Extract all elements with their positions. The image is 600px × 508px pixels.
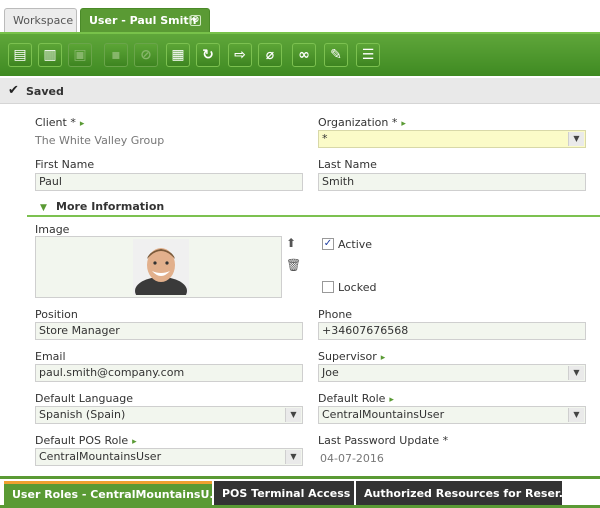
chevron-down-icon[interactable]: ▼ — [568, 132, 584, 146]
active-label: Active — [338, 238, 373, 251]
tab-authorized-resources[interactable]: Authorized Resources for Reser... — [356, 481, 562, 507]
check-icon: ✔ — [8, 83, 19, 98]
required-flag-icon: ▸ — [401, 119, 406, 129]
trash-icon[interactable]: 🗑 — [286, 258, 301, 272]
tab-pos-terminal-access[interactable]: POS Terminal Access — [214, 481, 354, 507]
last-password-update-label: Last Password Update * — [318, 434, 449, 447]
supervisor-select[interactable]: Joe ▼ — [318, 364, 586, 382]
default-pos-role-label: Default POS Role ▸ — [35, 434, 137, 447]
default-role-value: CentralMountainsUser — [322, 408, 445, 421]
save-layout-icon[interactable]: ▥ — [38, 43, 62, 67]
last-name-field[interactable]: Smith — [318, 173, 586, 191]
tab-user-paul-smith[interactable]: User - Paul Smith ⊗ — [80, 8, 210, 32]
chevron-down-icon[interactable]: ▼ — [568, 366, 584, 380]
close-icon[interactable]: ⊗ — [190, 15, 201, 26]
supervisor-value: Joe — [322, 366, 339, 379]
chevron-down-icon[interactable]: ▼ — [285, 408, 301, 422]
organization-label: Organization * ▸ — [318, 116, 406, 129]
delete-icon[interactable]: ▦ — [166, 43, 190, 67]
image-label: Image — [35, 223, 70, 236]
link-icon[interactable]: ∞ — [292, 43, 316, 67]
email-field[interactable]: paul.smith@company.com — [35, 364, 303, 382]
active-checkbox[interactable]: ✓ — [322, 238, 334, 250]
email-label: Email — [35, 350, 66, 363]
locked-checkbox[interactable] — [322, 281, 334, 293]
chevron-down-icon[interactable]: ▼ — [285, 450, 301, 464]
default-pos-role-select[interactable]: CentralMountainsUser ▼ — [35, 448, 303, 466]
section-divider — [27, 215, 600, 217]
locked-label: Locked — [338, 281, 377, 294]
tools-icon[interactable]: ✎ — [324, 43, 348, 67]
attach-icon[interactable]: ⌀ — [258, 43, 282, 67]
required-flag-icon: ▸ — [79, 119, 85, 129]
user-photo — [133, 239, 189, 295]
default-language-label: Default Language — [35, 392, 133, 405]
organization-value: * — [322, 132, 328, 145]
bottom-tabbar: User Roles - CentralMountainsU... POS Te… — [0, 476, 600, 508]
upload-icon[interactable]: ⬆ — [286, 236, 296, 250]
toolbar: ▤ ▥ ▣ ▪ ⊘ ▦ ↻ ⇨ ⌀ ∞ ✎ ☰ — [0, 32, 600, 76]
status-text: Saved — [26, 85, 64, 98]
client-value: The White Valley Group — [35, 134, 165, 147]
supervisor-label: Supervisor ▸ — [318, 350, 386, 363]
position-label: Position — [35, 308, 78, 321]
save-icon[interactable]: ▣ — [68, 43, 92, 67]
last-name-label: Last Name — [318, 158, 377, 171]
position-field[interactable]: Store Manager — [35, 322, 303, 340]
first-name-field[interactable]: Paul — [35, 173, 303, 191]
refresh-icon[interactable]: ↻ — [196, 43, 220, 67]
link-flag-icon: ▸ — [389, 395, 394, 405]
phone-field[interactable]: +34607676568 — [318, 322, 586, 340]
phone-label: Phone — [318, 308, 353, 321]
default-language-value: Spanish (Spain) — [39, 408, 126, 421]
tab-workspace[interactable]: Workspace — [4, 8, 77, 32]
last-password-update-value: 04-07-2016 — [320, 452, 384, 465]
organization-select[interactable]: * ▼ — [318, 130, 586, 148]
cancel-icon[interactable]: ⊘ — [134, 43, 158, 67]
default-pos-role-value: CentralMountainsUser — [39, 450, 162, 463]
grid-icon[interactable]: ☰ — [356, 43, 380, 67]
more-information-toggle[interactable]: More Information — [56, 200, 164, 213]
link-flag-icon: ▸ — [380, 353, 386, 363]
window-tabbar: Workspace User - Paul Smith ⊗ — [0, 0, 600, 32]
link-flag-icon: ▸ — [132, 437, 137, 447]
image-box[interactable] — [35, 236, 282, 298]
client-label: Client * ▸ — [35, 116, 85, 129]
export-icon[interactable]: ▪ — [104, 43, 128, 67]
expand-arrow-icon[interactable]: ▼ — [40, 203, 47, 213]
status-bar: ✔ Saved — [0, 78, 600, 104]
tab-user-roles[interactable]: User Roles - CentralMountainsU... — [4, 481, 212, 507]
default-language-select[interactable]: Spanish (Spain) ▼ — [35, 406, 303, 424]
default-role-select[interactable]: CentralMountainsUser ▼ — [318, 406, 586, 424]
default-role-label: Default Role ▸ — [318, 392, 394, 405]
tab-user-label: User - Paul Smith — [89, 14, 197, 27]
print-icon[interactable]: ⇨ — [228, 43, 252, 67]
new-document-icon[interactable]: ▤ — [8, 43, 32, 67]
chevron-down-icon[interactable]: ▼ — [568, 408, 584, 422]
first-name-label: First Name — [35, 158, 95, 171]
